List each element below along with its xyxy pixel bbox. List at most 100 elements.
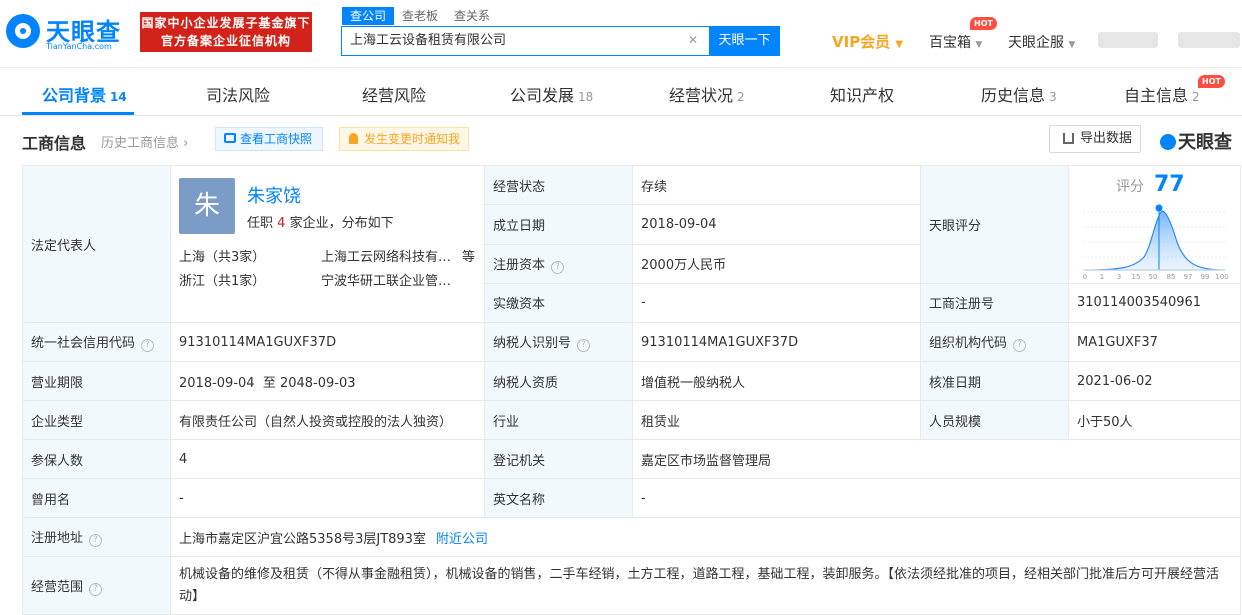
tab-operating-status[interactable]: 经营状况 2	[669, 82, 745, 106]
region-label: 浙江（共1家）	[179, 274, 266, 289]
camera-icon	[224, 133, 236, 143]
term-label: 营业期限	[22, 361, 171, 401]
business-info-table: 法定代表人 朱 朱家饶 任职 4 家企业，分布如下 上海（共3家） 上海工云网络科…	[22, 164, 1241, 615]
clear-icon[interactable]: ✕	[686, 33, 700, 47]
search-button[interactable]: 天眼一下	[709, 26, 780, 56]
industry-value: 租赁业	[632, 400, 921, 440]
table-row: 注册地址? 上海市嘉定区沪宜公路5358号3层JT893室 附近公司	[22, 517, 1241, 557]
vip-label: VIP会员	[832, 33, 891, 51]
notify-button[interactable]: 发生变更时通知我	[339, 127, 469, 151]
tab-count: 14	[110, 90, 127, 104]
help-icon[interactable]: ?	[141, 339, 155, 352]
tab-label: 历史信息	[981, 86, 1046, 105]
authority-value: 嘉定区市场监督管理局	[632, 439, 1241, 479]
region-company: 宁波华研工联企业管理合伙企业	[321, 274, 459, 289]
status-label: 经营状态	[484, 164, 633, 206]
help-icon[interactable]: ?	[577, 339, 591, 352]
section-header: 工商信息 历史工商信息 › 查看工商快照 发生变更时通知我 导出数据 天眼查	[0, 124, 1242, 160]
table-row: 企业类型 有限责任公司（自然人投资或控股的法人独资） 行业 租赁业 人员规模 小…	[22, 400, 1241, 440]
tab-intellectual-property[interactable]: 知识产权	[830, 82, 894, 106]
toolbox-menu[interactable]: 百宝箱 ▼	[929, 32, 982, 52]
axis-tick: 1	[1100, 273, 1104, 281]
axis-tick: 15	[1132, 273, 1141, 281]
table-row: 曾用名 - 英文名称 -	[22, 478, 1241, 518]
paid-capital-label: 实缴资本	[484, 282, 633, 324]
active-tab-underline	[22, 112, 134, 115]
help-icon[interactable]: ?	[89, 534, 103, 547]
tab-search-company[interactable]: 查公司	[342, 7, 395, 25]
region-more: 等	[462, 250, 476, 265]
toolbox-label: 百宝箱	[929, 35, 971, 51]
scope-label: 经营范围	[31, 579, 84, 595]
company-tab-nav: 公司背景 14 司法风险 经营风险 公司发展 18 经营状况 2 知识产权 历史信息 3…	[0, 70, 1242, 116]
english-name-label: 英文名称	[484, 478, 633, 518]
approve-date-label: 核准日期	[920, 361, 1069, 401]
tab-judicial-risk[interactable]: 司法风险	[206, 82, 270, 106]
axis-tick: 100	[1215, 273, 1228, 281]
english-name-value: -	[632, 478, 1241, 518]
nearby-companies-link[interactable]: 附近公司	[436, 532, 488, 547]
insured-label: 参保人数	[22, 439, 171, 479]
snapshot-label: 查看工商快照	[240, 132, 313, 146]
tab-label: 公司背景	[42, 86, 107, 105]
org-code-value: MA1GUXF37	[1068, 322, 1241, 362]
reg-no-value: 310114003540961	[1068, 282, 1241, 324]
table-row: 统一社会信用代码? 91310114MA1GUXF37D 纳税人识别号? 913…	[22, 322, 1241, 362]
download-icon	[1063, 133, 1074, 144]
tax-qual-value: 增值税一般纳税人	[632, 361, 921, 401]
tab-search-boss[interactable]: 查老板	[394, 7, 446, 25]
bell-icon	[349, 133, 358, 144]
score-axis-labels: 0 1 3 15 50 85 97 99 100	[1083, 273, 1229, 281]
search-input[interactable]: 上海工云设备租赁有限公司	[341, 26, 709, 56]
avatar[interactable]: 朱	[179, 178, 235, 234]
help-icon[interactable]: ?	[89, 582, 103, 596]
summary-count: 4	[277, 216, 286, 231]
credit-code-label: 统一社会信用代码	[31, 336, 136, 351]
credit-code-value: 91310114MA1GUXF37D	[170, 322, 485, 362]
user-avatar[interactable]	[1098, 32, 1158, 48]
help-icon[interactable]: ?	[1013, 339, 1027, 352]
notify-label: 发生变更时通知我	[364, 132, 461, 146]
search-tabs: 查公司 查老板 查关系	[342, 7, 498, 25]
axis-tick: 97	[1184, 273, 1193, 281]
region-row-zhejiang[interactable]: 浙江（共1家） 宁波华研工联企业管理合伙企业	[179, 270, 479, 289]
scope-value: 机械设备的维修及租赁（不得从事金融租赁），机械设备的销售，二手车经销，土方工程，…	[170, 556, 1241, 615]
export-button[interactable]: 导出数据	[1049, 125, 1141, 153]
tab-label: 公司发展	[510, 86, 575, 105]
snapshot-button[interactable]: 查看工商快照	[215, 127, 323, 151]
scope-label-cell: 经营范围?	[22, 556, 171, 615]
caret-down-icon: ▼	[1068, 40, 1076, 50]
tab-history-info[interactable]: 历史信息 3	[981, 82, 1057, 106]
taxpayer-id-label: 纳税人识别号	[493, 336, 572, 351]
tab-search-relation[interactable]: 查关系	[446, 7, 498, 25]
status-value: 存续	[632, 164, 921, 206]
reg-capital-label: 注册资本	[493, 257, 546, 273]
logo-domain: TianYanCha.com	[46, 42, 112, 51]
address-label-cell: 注册地址?	[22, 517, 171, 557]
official-badge: 国家中小企业发展子基金旗下 官方备案企业征信机构	[140, 12, 312, 52]
tab-self-info[interactable]: 自主信息 2	[1124, 82, 1200, 106]
region-company: 上海工云网络科技有限公司	[321, 250, 459, 265]
hot-badge: HOT	[970, 17, 997, 30]
term-value: 2018-09-04 至 2048-09-03	[170, 361, 485, 401]
region-label: 上海（共3家）	[179, 250, 266, 265]
logo[interactable]: 天眼查 TianYanCha.com	[6, 10, 134, 52]
tab-operating-risk[interactable]: 经营风险	[362, 82, 426, 106]
history-business-link[interactable]: 历史工商信息 ›	[101, 132, 188, 151]
axis-tick: 85	[1167, 273, 1176, 281]
tab-company-background[interactable]: 公司背景 14	[42, 82, 127, 106]
paid-capital-value: -	[632, 282, 921, 324]
help-icon[interactable]: ?	[551, 260, 565, 274]
score-distribution-chart: 0 1 3 15 50 85 97 99 100	[1083, 204, 1229, 281]
user-name[interactable]	[1178, 32, 1240, 48]
section-title: 工商信息	[22, 134, 87, 153]
legal-rep-name[interactable]: 朱家饶	[247, 182, 301, 208]
found-date-label: 成立日期	[484, 204, 633, 245]
vip-menu[interactable]: VIP会员 ▼	[832, 31, 903, 52]
axis-tick: 3	[1117, 273, 1121, 281]
enterprise-service-menu[interactable]: 天眼企服 ▼	[1008, 32, 1075, 52]
region-row-shanghai[interactable]: 上海（共3家） 上海工云网络科技有限公司等	[179, 246, 479, 265]
tab-company-development[interactable]: 公司发展 18	[510, 82, 593, 106]
score-cell[interactable]: 评分 77 0 1 3 15 50 85 97 99 100	[1068, 165, 1241, 284]
former-name-value: -	[170, 478, 485, 518]
